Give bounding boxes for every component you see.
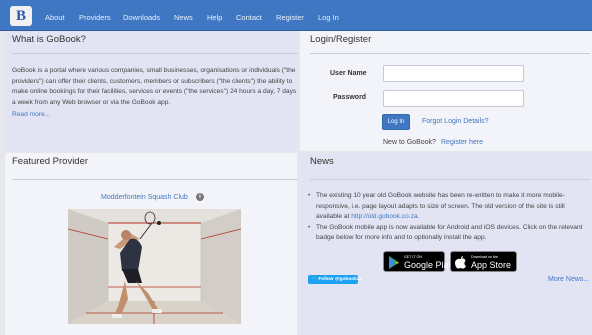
about-title: What is GoBook?	[12, 34, 86, 45]
news-title: News	[310, 156, 334, 167]
nav-help[interactable]: Help	[207, 13, 222, 22]
register-here-link[interactable]: Register here	[441, 139, 483, 146]
featured-provider-photo[interactable]	[68, 209, 241, 324]
forgot-login-link[interactable]: Forgot Login Details?	[422, 118, 489, 125]
featured-title: Featured Provider	[12, 156, 89, 167]
nav-contact[interactable]: Contact	[236, 13, 262, 22]
login-title: Login/Register	[310, 34, 372, 45]
old-site-link[interactable]: http://old.gobook.co.za	[351, 213, 417, 220]
gobook-logo[interactable]: B	[10, 6, 32, 26]
news-panel: News	[300, 153, 592, 335]
about-description: GoBook is a portal where various compani…	[12, 67, 297, 106]
read-more-link[interactable]: Read more...	[12, 111, 50, 118]
news-item: The GoBook mobile app is now available f…	[308, 223, 588, 244]
squash-player-image	[68, 209, 241, 324]
news-item: The existing 10 year old GoBook website …	[308, 191, 588, 223]
about-text-block: GoBook is a portal where various compani…	[12, 66, 297, 119]
news-item-text: The GoBook mobile app is now available f…	[316, 223, 583, 242]
google-play-icon	[389, 256, 399, 269]
news-divider	[310, 179, 590, 180]
news-item-end: .	[417, 213, 420, 220]
nav-register[interactable]: Register	[276, 13, 304, 22]
twitter-icon: 🐦	[311, 277, 317, 282]
apple-icon	[455, 256, 466, 269]
username-label: User Name	[330, 70, 367, 77]
app-store-badge[interactable]: Download on the App Store	[450, 251, 517, 272]
nav-news[interactable]: News	[174, 13, 193, 22]
password-input[interactable]	[383, 90, 524, 107]
more-news-link[interactable]: More News...	[548, 276, 589, 283]
about-divider	[12, 53, 298, 54]
nav-login[interactable]: Log In	[318, 13, 339, 22]
login-divider	[310, 53, 590, 54]
news-list: The existing 10 year old GoBook website …	[308, 191, 588, 244]
info-icon[interactable]: i	[196, 193, 204, 201]
nav-about[interactable]: About	[45, 13, 65, 22]
google-play-big-text: Google Play	[404, 260, 454, 270]
password-label: Password	[333, 94, 367, 101]
nav-downloads[interactable]: Downloads	[123, 13, 160, 22]
login-button[interactable]: Log In	[382, 114, 410, 130]
google-play-small-text: GET IT ON	[404, 255, 422, 259]
top-navbar: B About Providers Downloads News Help Co…	[0, 0, 592, 31]
app-store-big-text: App Store	[471, 260, 512, 270]
nav-providers[interactable]: Providers	[79, 13, 111, 22]
google-play-badge[interactable]: GET IT ON Google Play	[383, 251, 453, 272]
featured-provider-link[interactable]: Modderfontein Squash Club	[101, 194, 188, 201]
app-store-small-text: Download on the	[471, 255, 498, 259]
username-input[interactable]	[383, 65, 524, 82]
new-to-gobook-text: New to GoBook?	[383, 139, 436, 146]
twitter-follow-button[interactable]: 🐦 Follow @gobookza	[308, 275, 362, 284]
twitter-follow-label: Follow @gobookza	[318, 277, 362, 282]
featured-divider	[12, 179, 298, 180]
